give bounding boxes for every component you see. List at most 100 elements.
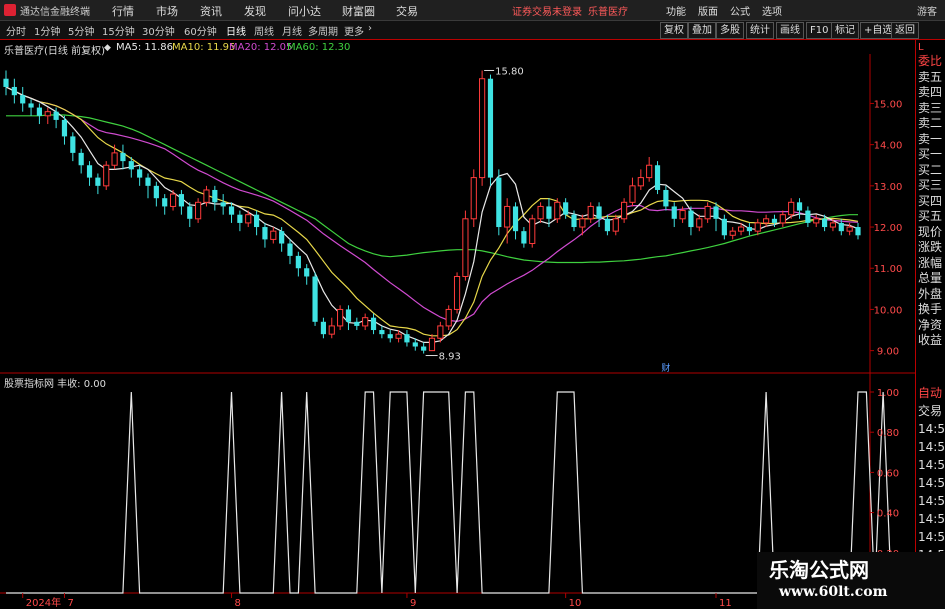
candle-body — [737, 226, 745, 232]
tick-header: 交易 — [918, 404, 943, 418]
period-tab-daily[interactable]: 日线 — [226, 23, 246, 38]
candle-body — [813, 218, 820, 224]
period-tab-weekly[interactable]: 周线 — [254, 23, 274, 38]
candle-body — [788, 201, 795, 216]
candle-body — [120, 152, 126, 162]
candle-body — [846, 226, 853, 232]
quote-label: 买一 — [918, 147, 943, 161]
price-tick-label: 14.00 — [874, 141, 903, 152]
finance-marker: 财 — [661, 362, 670, 374]
candle-body — [779, 214, 786, 224]
candle-body — [763, 218, 770, 224]
price-tick-label: 13.00 — [874, 182, 903, 193]
candle-body — [554, 201, 561, 220]
candle-body — [44, 111, 51, 117]
candle-body — [754, 222, 761, 232]
time-tick-label: 7 — [67, 598, 73, 609]
overlay-button[interactable]: 叠加 — [688, 22, 716, 39]
tick-time: 14:5 — [918, 530, 945, 544]
candle-body — [203, 189, 210, 203]
back-button[interactable]: 返回 — [891, 22, 919, 39]
candle-body — [629, 185, 636, 203]
candle-body — [262, 227, 268, 240]
period-toolbar: 分时 1分钟 5分钟 15分钟 30分钟 60分钟 日线 周线 月线 多周期 更… — [0, 21, 945, 40]
draw-line-button[interactable]: 画线 — [776, 22, 804, 39]
candle-body — [696, 218, 703, 228]
candle-body — [36, 107, 43, 116]
menu-item-market[interactable]: 市场 — [156, 3, 178, 19]
guest-user[interactable]: 游客 — [917, 3, 937, 18]
tick-time: 14:5 — [918, 512, 945, 526]
candle-body — [621, 201, 628, 220]
candle-body — [721, 218, 727, 236]
login-alert[interactable]: 证券交易未登录 — [512, 3, 582, 18]
quote-label: 涨幅 — [918, 255, 943, 270]
candle-body — [169, 193, 177, 207]
candle-body — [746, 227, 753, 232]
mark-button[interactable]: 标记 — [831, 22, 859, 39]
period-tab-5min[interactable]: 5分钟 — [68, 23, 94, 38]
candle-body — [304, 268, 310, 277]
f10-button[interactable]: F10 — [806, 22, 833, 39]
candle-body — [78, 152, 84, 166]
ma-toggle-icon[interactable]: ◆ — [104, 43, 111, 53]
candle-body — [713, 206, 719, 219]
menu-item-function[interactable]: 功能 — [666, 3, 686, 18]
stats-button[interactable]: 统计 — [746, 22, 774, 39]
period-tab-15min[interactable]: 15分钟 — [102, 23, 135, 38]
period-tab-monthly[interactable]: 月线 — [282, 23, 302, 38]
candle-body — [28, 103, 34, 108]
menu-item-wealth[interactable]: 财富圈 — [342, 3, 375, 19]
price-tick-label: 15.00 — [874, 99, 903, 110]
menu-item-discover[interactable]: 发现 — [244, 3, 266, 19]
menu-item-news[interactable]: 资讯 — [200, 3, 222, 19]
menu-item-formula[interactable]: 公式 — [730, 3, 750, 18]
menu-bar: 通达信金融终端 行情 市场 资讯 发现 问小达 财富圈 交易 证券交易未登录 乐… — [0, 0, 945, 21]
tick-header[interactable]: 自动 — [918, 386, 942, 400]
time-tick-label: 11 — [719, 598, 732, 609]
candle-body — [579, 218, 586, 228]
candle-body — [829, 222, 837, 228]
period-tab-30min[interactable]: 30分钟 — [142, 23, 175, 38]
candle-body — [295, 255, 301, 269]
ma5-legend: MA5: 11.86 — [116, 42, 174, 53]
menu-item-layout[interactable]: 版面 — [698, 3, 718, 18]
menu-item-quotes[interactable]: 行情 — [112, 3, 134, 19]
candle-body — [187, 206, 193, 219]
period-tab-multi[interactable]: 多周期 — [308, 23, 338, 38]
menu-item-trade[interactable]: 交易 — [396, 3, 418, 19]
menu-item-ask[interactable]: 问小达 — [288, 3, 321, 19]
period-tab-intraday[interactable]: 分时 — [6, 23, 26, 38]
candle-body — [479, 78, 486, 179]
candle-body — [3, 78, 9, 87]
adjust-button[interactable]: 复权 — [660, 22, 688, 39]
high-price-label: 15.80 — [495, 66, 524, 77]
menu-item-options[interactable]: 选项 — [762, 3, 782, 18]
candle-body — [637, 177, 644, 187]
candle-body — [470, 177, 477, 220]
candle-body — [245, 214, 252, 224]
candle-body — [729, 230, 736, 236]
quote-label: 委比 — [918, 54, 943, 68]
period-tab-more[interactable]: 更多 — [344, 23, 364, 38]
multi-stock-button[interactable]: 多股 — [716, 22, 744, 39]
candle-body — [453, 275, 461, 310]
kline-chart[interactable]: 15.00 14.00 13.00 12.00 11.00 10.00 9.00 15.80… — [0, 40, 915, 609]
candle-body — [771, 218, 778, 223]
candle-body — [546, 206, 552, 219]
candle-body — [312, 276, 318, 322]
ma60-legend: MA60: 12.30 — [287, 42, 351, 53]
quote-label: 卖五 — [918, 69, 943, 84]
period-tab-60min[interactable]: 60分钟 — [184, 23, 217, 38]
chevron-right-icon[interactable]: › — [368, 23, 372, 34]
time-tick-label: 2024年 — [26, 596, 61, 609]
candle-body — [145, 177, 151, 186]
candle-body — [95, 177, 101, 186]
candle-body — [529, 218, 536, 245]
quote-label: 现价 — [918, 224, 943, 239]
candle-body — [86, 165, 93, 178]
candle-body — [537, 205, 544, 220]
period-tab-1min[interactable]: 1分钟 — [34, 23, 60, 38]
candle-body — [412, 342, 418, 347]
quote-label: 涨跌 — [918, 240, 943, 254]
